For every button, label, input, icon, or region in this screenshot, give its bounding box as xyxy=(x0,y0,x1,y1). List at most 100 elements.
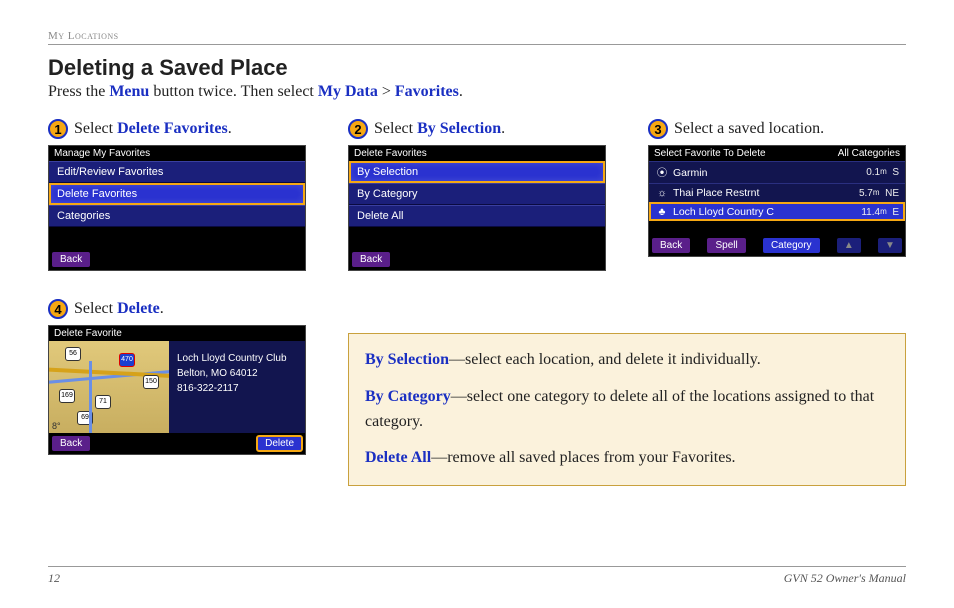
step-2: 2 Select By Selection. Delete Favorites … xyxy=(348,119,606,271)
step-4-text: Select Delete. xyxy=(74,300,164,318)
scroll-down-icon[interactable]: ▼ xyxy=(878,238,902,253)
step-4-kw: Delete xyxy=(117,300,160,317)
menu-item-by-selection[interactable]: By Selection xyxy=(349,161,605,183)
screen-2-title-text: Delete Favorites xyxy=(354,148,427,159)
favorite-name: Loch Lloyd Country C xyxy=(673,206,774,218)
screen-1-title-text: Manage My Favorites xyxy=(54,148,150,159)
scroll-up-icon[interactable]: ▲ xyxy=(837,238,861,253)
step-1-number-icon: 1 xyxy=(48,119,68,139)
info-box: By Selection—select each location, and d… xyxy=(348,333,906,486)
highway-shield-icon: 69 xyxy=(77,411,93,425)
category-button[interactable]: Category xyxy=(763,238,820,253)
intro-t2: button twice. Then select xyxy=(149,83,318,100)
info-by-category: By Category—select one category to delet… xyxy=(365,385,889,435)
step-1-kw: Delete Favorites xyxy=(117,120,228,137)
screen-1-footer: Back xyxy=(49,249,305,270)
step-3: 3 Select a saved location. Select Favori… xyxy=(648,119,906,271)
favorite-name: Thai Place Restrnt xyxy=(673,187,759,199)
info-delete-all: Delete All—remove all saved places from … xyxy=(365,446,889,471)
favorite-name: Garmin xyxy=(673,167,707,179)
screen-3-footer: Back Spell Category ▲ ▼ xyxy=(649,235,905,256)
screen-4-title-text: Delete Favorite xyxy=(54,328,122,339)
favorite-row-garmin[interactable]: ⦿Garmin 0.1m S xyxy=(649,161,905,183)
back-button[interactable]: Back xyxy=(352,252,390,267)
screen-3-select-favorite: Select Favorite To Delete All Categories… xyxy=(648,145,906,257)
waypoint-icon: ⦿ xyxy=(655,165,669,180)
favorite-row-lochlloyd[interactable]: ♣ Loch Lloyd Country C 11.4m E xyxy=(649,202,905,221)
favorite-distance: 11.4m E xyxy=(861,207,899,218)
interstate-shield-icon: 470 xyxy=(119,353,135,367)
intro-t4: . xyxy=(459,83,463,100)
temperature-label: 8° xyxy=(52,421,61,431)
screen-4-delete-favorite: Delete Favorite 56 470 150 169 71 69 8° … xyxy=(48,325,306,455)
spell-button[interactable]: Spell xyxy=(707,238,745,253)
screen-2-footer: Back xyxy=(349,249,605,270)
highway-shield-icon: 56 xyxy=(65,347,81,361)
screen-4-title: Delete Favorite xyxy=(49,326,305,341)
step-2-post: . xyxy=(501,120,505,137)
intro-t1: Press the xyxy=(48,83,109,100)
step-2-text: Select By Selection. xyxy=(374,120,505,138)
section-label: My Locations xyxy=(48,30,906,42)
intro-kw-mydata: My Data xyxy=(318,83,378,100)
screen-3-title-text: Select Favorite To Delete xyxy=(654,148,766,159)
intro-kw-favorites: Favorites xyxy=(395,83,459,100)
step-2-pre: Select xyxy=(374,120,417,137)
menu-item-by-category[interactable]: By Category xyxy=(349,183,605,205)
back-button[interactable]: Back xyxy=(52,252,90,267)
menu-item-edit-review[interactable]: Edit/Review Favorites xyxy=(49,161,305,183)
steps-row-1: 1 Select Delete Favorites. Manage My Fav… xyxy=(48,119,906,271)
footer-rule xyxy=(48,566,906,567)
screen-2-title: Delete Favorites xyxy=(349,146,605,161)
step-2-number-icon: 2 xyxy=(348,119,368,139)
step-2-kw: By Selection xyxy=(417,120,501,137)
step-1-head: 1 Select Delete Favorites. xyxy=(48,119,306,139)
back-button[interactable]: Back xyxy=(52,436,90,451)
step-3-number-icon: 3 xyxy=(648,119,668,139)
waypoint-icon: ☼ xyxy=(655,187,669,199)
step-4-head: 4 Select Delete. xyxy=(48,299,306,319)
steps-row-2: 4 Select Delete. Delete Favorite 56 470 … xyxy=(48,299,906,486)
highway-shield-icon: 169 xyxy=(59,389,75,403)
map-thumbnail: 56 470 150 169 71 69 8° xyxy=(49,341,169,433)
location-detail: Loch Lloyd Country Club Belton, MO 64012… xyxy=(169,341,305,433)
menu-item-delete-favorites[interactable]: Delete Favorites xyxy=(49,183,305,205)
favorite-distance: 5.7m NE xyxy=(859,188,899,199)
page-title: Deleting a Saved Place xyxy=(48,55,906,81)
page-footer: 12 GVN 52 Owner's Manual xyxy=(48,566,906,586)
back-button[interactable]: Back xyxy=(652,238,690,253)
screen-2-delete-favorites: Delete Favorites By Selection By Categor… xyxy=(348,145,606,271)
screen-3-category: All Categories xyxy=(838,148,900,159)
location-address: Belton, MO 64012 xyxy=(177,366,297,381)
waypoint-icon: ♣ xyxy=(655,206,669,218)
step-1-post: . xyxy=(228,120,232,137)
step-2-head: 2 Select By Selection. xyxy=(348,119,606,139)
info-kw: By Category xyxy=(365,388,451,405)
favorite-row-thai[interactable]: ☼ Thai Place Restrnt 5.7m NE xyxy=(649,183,905,202)
info-kw: By Selection xyxy=(365,351,449,368)
menu-item-categories[interactable]: Categories xyxy=(49,205,305,227)
menu-item-delete-all[interactable]: Delete All xyxy=(349,205,605,227)
intro-kw-menu: Menu xyxy=(109,83,149,100)
info-text: —remove all saved places from your Favor… xyxy=(431,449,735,466)
location-name: Loch Lloyd Country Club xyxy=(177,351,297,366)
step-1: 1 Select Delete Favorites. Manage My Fav… xyxy=(48,119,306,271)
screen-3-title: Select Favorite To Delete All Categories xyxy=(649,146,905,161)
screen-4-body: 56 470 150 169 71 69 8° Loch Lloyd Count… xyxy=(49,341,305,433)
highway-shield-icon: 71 xyxy=(95,395,111,409)
step-1-pre: Select xyxy=(74,120,117,137)
intro-t3: > xyxy=(378,83,395,100)
page-number: 12 xyxy=(48,571,60,586)
document-title: GVN 52 Owner's Manual xyxy=(784,571,906,586)
step-4-post: . xyxy=(160,300,164,317)
info-by-selection: By Selection—select each location, and d… xyxy=(365,348,889,373)
header-rule xyxy=(48,44,906,45)
screen-4-footer: Back Delete xyxy=(49,433,305,454)
step-4: 4 Select Delete. Delete Favorite 56 470 … xyxy=(48,299,306,455)
delete-button[interactable]: Delete xyxy=(257,436,302,451)
intro-text: Press the Menu button twice. Then select… xyxy=(48,83,906,101)
highway-shield-icon: 150 xyxy=(143,375,159,389)
step-1-text: Select Delete Favorites. xyxy=(74,120,232,138)
screen-1-manage-favorites: Manage My Favorites Edit/Review Favorite… xyxy=(48,145,306,271)
step-4-pre: Select xyxy=(74,300,117,317)
